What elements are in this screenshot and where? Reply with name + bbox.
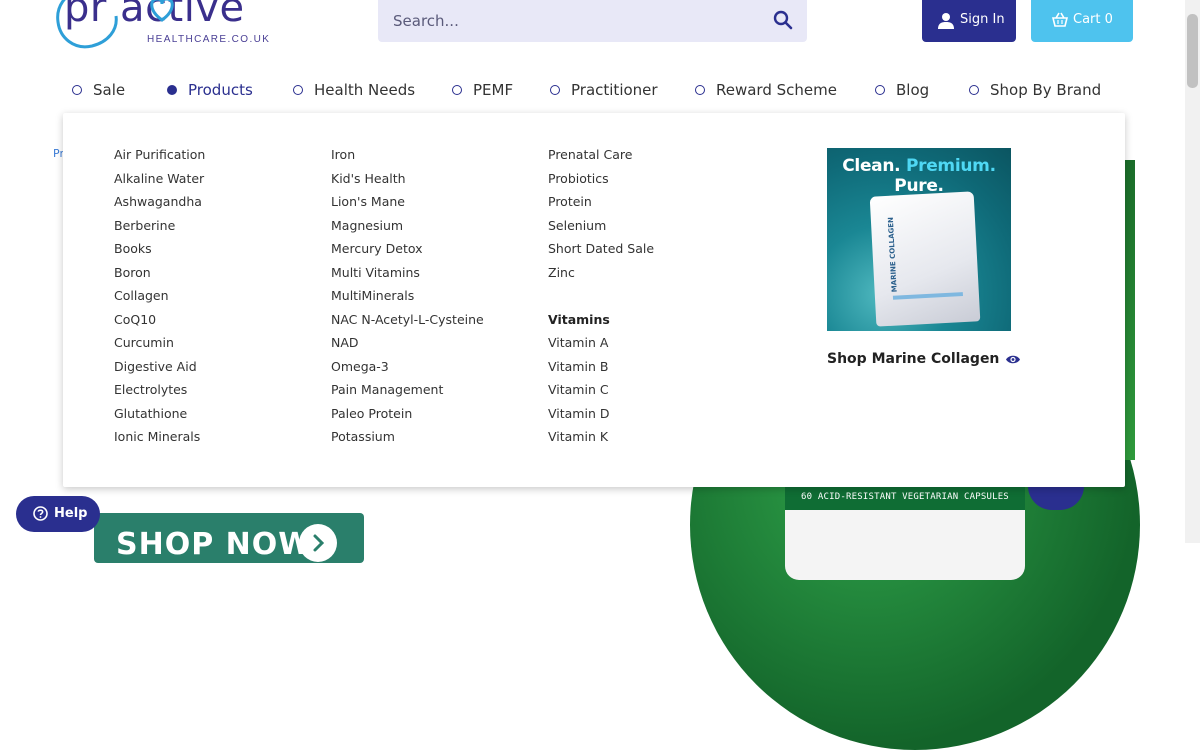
menu-item-link[interactable]: Magnesium [331,214,484,238]
pouch-label: MARINE COLLAGEN [886,216,899,293]
menu-item-link[interactable]: Glutathione [114,402,205,426]
menu-item-link[interactable]: Potassium [331,425,484,449]
nav-item-label: PEMF [473,81,514,99]
menu-item-link[interactable]: Lion's Mane [331,190,484,214]
menu-item-link[interactable]: Prenatal Care [548,143,654,167]
marine-collagen-promo-image[interactable]: Clean. Premium. Pure. MARINE COLLAGEN [827,148,1011,331]
nav-item-label: Sale [93,81,126,99]
menu-item-link[interactable]: Paleo Protein [331,402,484,426]
sign-in-label: Sign In [960,12,1005,27]
nav-radio-icon [875,85,885,95]
menu-item-link[interactable]: Air Purification [114,143,205,167]
nav-item-label: Practitioner [571,81,658,99]
menu-item-link[interactable]: Books [114,237,205,261]
nav-radio-icon [72,85,82,95]
menu-column-2: Iron Kid's Health Lion's Mane Magnesium Merc… [331,143,484,449]
shop-now-label: SHOP NOW [116,527,313,562]
menu-item-link[interactable]: Multi Vitamins [331,261,484,285]
logo-subtitle: HEALTHCARE.CO.UK [147,34,271,45]
nav-item-label: Shop By Brand [990,81,1102,99]
cart-label: Cart 0 [1073,12,1113,27]
help-icon [33,506,48,521]
menu-item-link[interactable]: MultiMinerals [331,284,484,308]
menu-item-link[interactable]: Omega-3 [331,355,484,379]
menu-item-link[interactable]: Curcumin [114,331,205,355]
vitamins-heading: Vitamins [548,311,610,327]
menu-item-link[interactable]: Ashwagandha [114,190,205,214]
help-button[interactable]: Help [16,496,100,532]
menu-item-link[interactable]: Mercury Detox [331,237,484,261]
menu-item-link[interactable]: Selenium [548,214,654,238]
nav-item-label: Products [188,81,253,99]
promo-headline-word: Premium. [905,156,996,176]
nav-radio-icon [452,85,462,95]
basket-icon [1052,12,1068,27]
user-icon [938,13,954,29]
nav-item-label: Blog [896,81,930,99]
menu-spacer [548,284,654,308]
menu-item-link[interactable]: Kid's Health [331,167,484,191]
menu-item-link[interactable]: Short Dated Sale [548,237,654,261]
menu-item-link[interactable]: Vitamin B [548,355,654,379]
menu-item-link[interactable]: Digestive Aid [114,355,205,379]
menu-item-link[interactable]: Alkaline Water [114,167,205,191]
site-logo[interactable]: pr active HEALTHCARE.CO.UK [52,0,282,56]
cart-button[interactable]: Cart 0 [1031,0,1133,42]
shop-now-button[interactable]: SHOP NOW [94,513,364,563]
menu-item-link[interactable]: Pain Management [331,378,484,402]
menu-item-link[interactable]: Ionic Minerals [114,425,205,449]
menu-item-link[interactable]: Collagen [114,284,205,308]
promo-link-label: Shop Marine Collagen [827,351,1000,367]
chevron-right-icon [299,524,337,562]
nav-item-label: Health Needs [314,81,416,99]
menu-column-1: Air Purification Alkaline Water Ashwagandh… [114,143,205,449]
search-bar [378,0,807,42]
menu-item-link[interactable]: Iron [331,143,484,167]
menu-item-link[interactable]: Vitamin K [548,425,654,449]
promo-headline-word: Clean. [842,156,901,176]
menu-item-link[interactable]: Probiotics [548,167,654,191]
page-scrollbar[interactable] [1185,0,1200,543]
eye-icon [1006,355,1021,363]
logo-heart-icon [150,0,174,22]
menu-item-link[interactable]: Berberine [114,214,205,238]
scrollbar-thumb[interactable] [1187,14,1198,88]
menu-item-link[interactable]: NAC N-Acetyl-L-Cysteine [331,308,484,332]
sign-in-button[interactable]: Sign In [922,0,1016,42]
nav-radio-icon [167,85,177,95]
shop-marine-collagen-link[interactable]: Shop Marine Collagen [827,351,1021,367]
nav-radio-icon [695,85,705,95]
collagen-pouch: MARINE COLLAGEN [869,191,981,327]
menu-item-link[interactable]: Electrolytes [114,378,205,402]
menu-item-link[interactable]: Vitamin D [548,402,654,426]
products-mega-menu: Air Purification Alkaline Water Ashwagandh… [63,113,1125,487]
menu-item-link[interactable]: CoQ10 [114,308,205,332]
menu-item-link[interactable]: NAD [331,331,484,355]
menu-item-link[interactable]: Zinc [548,261,654,285]
nav-radio-icon [293,85,303,95]
promo-headline: Clean. Premium. Pure. [827,156,1011,196]
menu-item-link[interactable]: Protein [548,190,654,214]
menu-column-3: Prenatal Care Probiotics Protein Selenium Sh… [548,143,654,449]
nav-item-label: Reward Scheme [716,81,837,99]
help-label: Help [54,506,88,521]
pouch-stripe [892,292,963,300]
menu-item-link[interactable]: Boron [114,261,205,285]
menu-item-link[interactable]: Vitamin A [548,331,654,355]
nav-radio-icon [550,85,560,95]
hero-green-edge [1125,160,1135,460]
search-icon[interactable] [773,10,793,30]
nav-radio-icon [969,85,979,95]
menu-item-link[interactable]: Vitamin C [548,378,654,402]
search-input[interactable] [378,0,753,42]
